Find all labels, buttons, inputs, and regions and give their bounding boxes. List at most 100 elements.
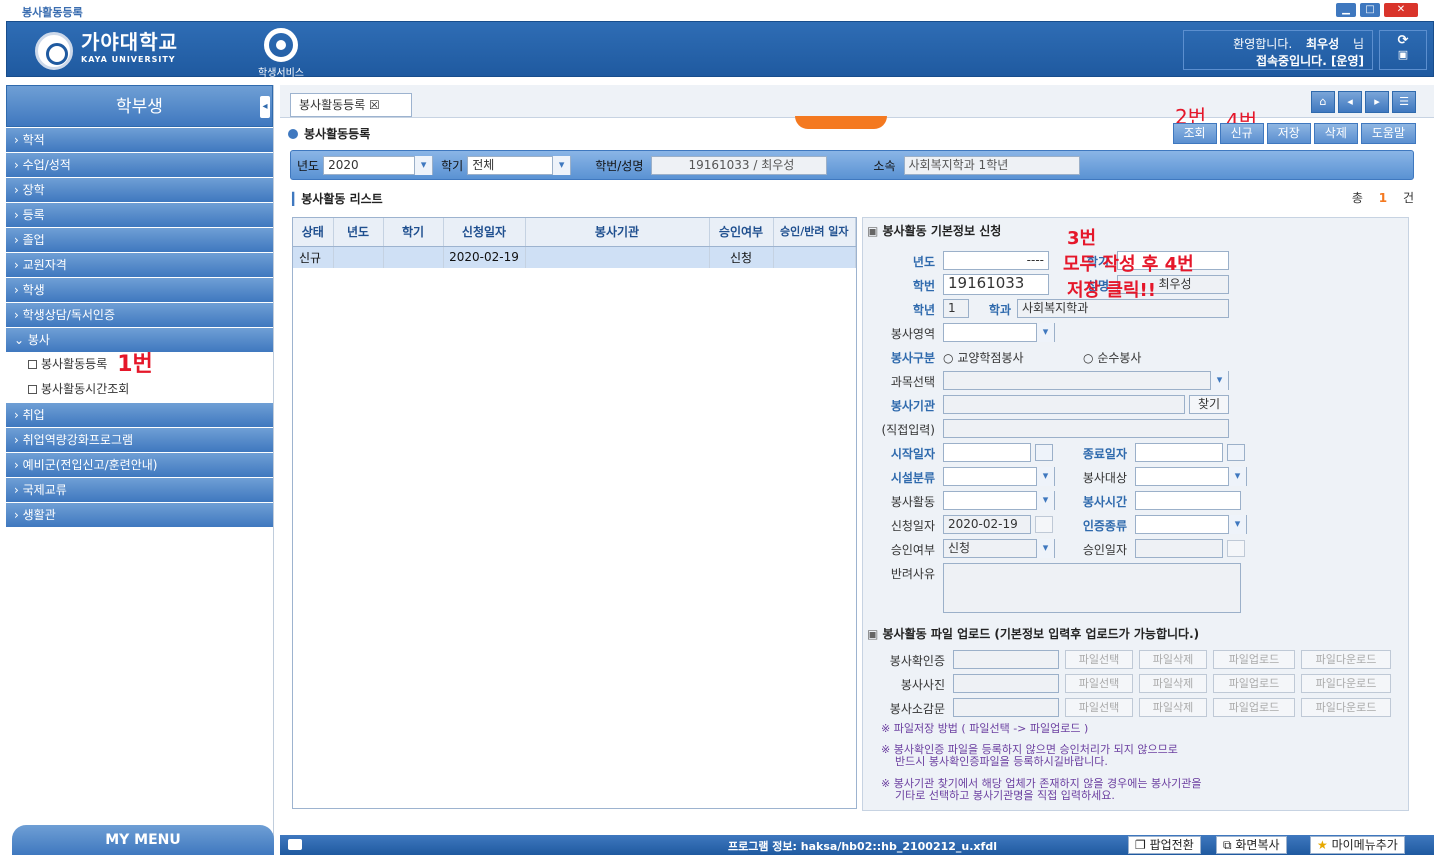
home-icon[interactable]: ⌂ [1311, 91, 1335, 113]
term-select[interactable]: 전체 [467, 155, 572, 175]
table-row[interactable]: 신규 2020-02-19 신청 [293, 246, 856, 268]
file-select-button[interactable]: 파일선택 [1065, 698, 1133, 717]
file-upload-button[interactable]: 파일업로드 [1213, 698, 1295, 717]
col-header[interactable]: 학기 [383, 218, 444, 247]
sid-input[interactable]: 19161033 [943, 274, 1049, 295]
file-upload-button[interactable]: 파일업로드 [1213, 674, 1295, 693]
maximize-button[interactable]: □ [1360, 3, 1380, 17]
search-button[interactable]: 조회 [1172, 123, 1217, 144]
welcome-text: 환영합니다. [1233, 37, 1293, 51]
submenu-volunteer-hours[interactable]: 봉사활동시간조회 [6, 377, 273, 402]
col-header[interactable]: 승인여부 [709, 218, 774, 247]
save-disk-icon[interactable]: ▣ [1380, 48, 1426, 61]
calendar-icon[interactable] [1035, 444, 1053, 461]
next-icon[interactable]: ▸ [1365, 91, 1389, 113]
cert-select[interactable] [1135, 515, 1247, 534]
menu-item[interactable]: › 취업역량강화프로그램 [6, 428, 273, 452]
menu-item[interactable]: › 졸업 [6, 228, 273, 252]
menu-item[interactable]: › 예비군(전입신고/훈련안내) [6, 453, 273, 477]
total-unit: 건 [1402, 191, 1414, 205]
file-delete-button[interactable]: 파일삭제 [1139, 650, 1207, 669]
upload-row-label: 봉사사진 [900, 678, 945, 692]
col-header[interactable]: 년도 [333, 218, 384, 247]
cell-apply-date: 2020-02-19 [443, 246, 526, 268]
prev-icon[interactable]: ◂ [1338, 91, 1362, 113]
form-section-title-text: 봉사활동 기본정보 신청 [882, 224, 1002, 238]
volunteer-form: ▣ 봉사활동 기본정보 신청 년도 ---- 학기 학번 19161033 성명… [862, 217, 1409, 811]
type-radio-pure[interactable]: ○ 순수봉사 [1083, 349, 1141, 366]
upload-title-text: 봉사활동 파일 업로드 (기본정보 입력후 업로드가 가능합니다.) [882, 627, 1200, 641]
menu-item[interactable]: › 학생상담/독서인증 [6, 303, 273, 327]
menu-item[interactable]: › 수업/성적 [6, 153, 273, 177]
student-service-label: 학생서비스 [258, 68, 304, 79]
activity-select[interactable] [943, 491, 1055, 510]
end-date-input[interactable] [1135, 443, 1223, 462]
area-select[interactable] [943, 323, 1055, 342]
menu-label: 졸업 [22, 233, 45, 247]
file-download-button[interactable]: 파일다운로드 [1301, 698, 1391, 717]
add-my-menu-button[interactable]: ★ 마이메뉴추가 [1310, 836, 1405, 854]
menu-item[interactable]: › 등록 [6, 203, 273, 227]
minimize-button[interactable]: ▁ [1336, 3, 1356, 17]
menu-item[interactable]: › 교원자격 [6, 253, 273, 277]
col-header[interactable]: 승인/반려 일자 [773, 218, 856, 247]
menu-item[interactable]: › 학적 [6, 128, 273, 152]
col-header[interactable]: 봉사기관 [525, 218, 710, 247]
cell-year [333, 246, 384, 268]
university-logo[interactable]: 가야대학교 KAYA UNIVERSITY [35, 32, 178, 70]
menu-item[interactable]: › 취업 [6, 403, 273, 427]
org-input [943, 395, 1185, 414]
sidebar: 학부생 ◂ › 학적 › 수업/성적 › 장학 › 등록 › 졸업 › 교원자격… [6, 85, 274, 855]
start-date-input[interactable] [943, 443, 1031, 462]
menu-item[interactable]: › 국제교류 [6, 478, 273, 502]
file-download-button[interactable]: 파일다운로드 [1301, 650, 1391, 669]
type-radio-curricular[interactable]: ○ 교양학점봉사 [943, 349, 1024, 366]
sidebar-collapse-icon[interactable]: ◂ [260, 96, 270, 118]
col-header[interactable]: 상태 [293, 218, 334, 247]
upload-title: ▣ 봉사활동 파일 업로드 (기본정보 입력후 업로드가 가능합니다.) [867, 627, 1200, 641]
hours-input[interactable] [1135, 491, 1241, 510]
list-menu-icon[interactable]: ☰ [1392, 91, 1416, 113]
refresh-icon[interactable]: ⟳ [1380, 33, 1426, 48]
year-input[interactable]: ---- [943, 251, 1049, 270]
my-menu-button[interactable]: MY MENU [12, 825, 274, 855]
menu-item-volunteer[interactable]: ⌄ 봉사 [6, 328, 273, 352]
submenu-volunteer-register[interactable]: 봉사활동등록 1번 [6, 352, 273, 377]
user-info: 환영합니다. 최우성 님 접속중입니다. [운영] [1183, 30, 1373, 70]
close-button[interactable]: ✕ [1384, 3, 1418, 17]
file-delete-button[interactable]: 파일삭제 [1139, 674, 1207, 693]
grade-input: 1 [943, 299, 969, 318]
reject-textarea [943, 563, 1241, 613]
main-content: 봉사활동등록 ☒ ⌂ ◂ ▸ ☰ 봉사활동등록 2번 4번 조회 신규 저장 삭… [280, 85, 1434, 835]
student-service-button[interactable]: 학생서비스 [251, 28, 311, 79]
new-button[interactable]: 신규 [1219, 123, 1264, 144]
calendar-icon[interactable] [1227, 444, 1245, 461]
col-header[interactable]: 신청일자 [443, 218, 526, 247]
find-button[interactable]: 찾기 [1189, 395, 1229, 414]
info-icon[interactable] [288, 839, 302, 850]
menu-item[interactable]: › 장학 [6, 178, 273, 202]
help-button[interactable]: 도움말 [1360, 123, 1416, 144]
menu-label: 봉사 [27, 333, 50, 347]
student-service-icon [264, 28, 298, 62]
tab-volunteer-register[interactable]: 봉사활동등록 ☒ [290, 93, 412, 117]
year-select[interactable]: 2020 [323, 155, 434, 175]
save-button[interactable]: 저장 [1266, 123, 1311, 144]
file-upload-button[interactable]: 파일업로드 [1213, 650, 1295, 669]
menu-label: 생활관 [22, 508, 56, 522]
file-download-button[interactable]: 파일다운로드 [1301, 674, 1391, 693]
delete-button[interactable]: 삭제 [1313, 123, 1358, 144]
target-select[interactable] [1135, 467, 1247, 486]
menu-item[interactable]: › 학생 [6, 278, 273, 302]
university-seal-icon [35, 32, 73, 70]
file-delete-button[interactable]: 파일삭제 [1139, 698, 1207, 717]
file-select-button[interactable]: 파일선택 [1065, 650, 1133, 669]
menu-item[interactable]: › 생활관 [6, 503, 273, 527]
popup-switch-button[interactable]: ❐ 팝업전환 [1128, 836, 1201, 854]
collapse-handle[interactable] [795, 116, 887, 129]
honorific: 님 [1352, 37, 1364, 51]
file-select-button[interactable]: 파일선택 [1065, 674, 1133, 693]
menu-label: 학생상담/독서인증 [22, 308, 115, 322]
screen-copy-button[interactable]: ⧉ 화면복사 [1216, 836, 1287, 854]
facility-select[interactable] [943, 467, 1055, 486]
